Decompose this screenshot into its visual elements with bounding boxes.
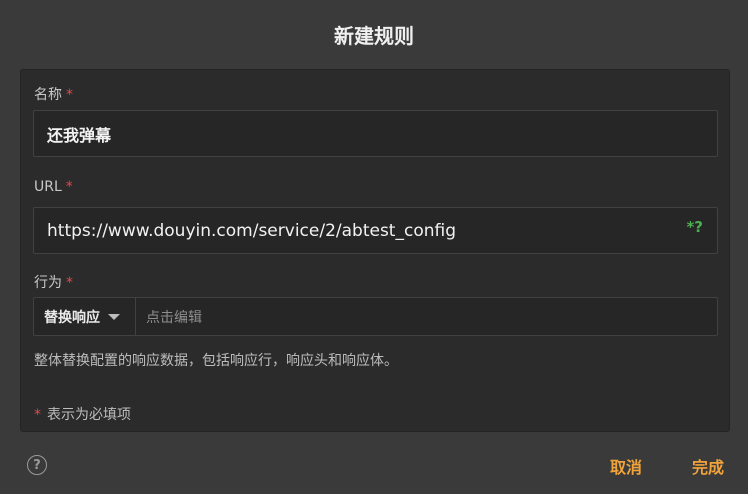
action-label-text: 行为 <box>34 275 62 291</box>
caret-down-icon <box>108 313 120 320</box>
name-input-value: 还我弹幕 <box>47 125 112 145</box>
required-star: * <box>66 87 73 103</box>
url-input-value: https://www.douyin.com/service/2/abtest_… <box>47 220 456 241</box>
required-star: * <box>65 179 73 195</box>
url-input[interactable]: https://www.douyin.com/service/2/abtest_… <box>33 207 718 254</box>
done-button[interactable]: 完成 <box>692 454 724 478</box>
action-label: 行为 * <box>34 272 73 292</box>
required-hint: * 表示为必填项 <box>34 404 131 424</box>
regex-toggle-button[interactable]: *? <box>686 218 703 236</box>
new-rule-dialog: 新建规则 名称 * 还我弹幕 URL * https://www.douyin.co… <box>0 0 748 494</box>
url-label: URL * <box>34 179 73 195</box>
name-label-text: 名称 <box>34 87 62 103</box>
help-icon[interactable]: ? <box>27 455 47 475</box>
required-hint-text: 表示为必填项 <box>47 407 131 423</box>
required-star: * <box>34 407 41 423</box>
url-label-text: URL <box>34 179 62 195</box>
dialog-title: 新建规则 <box>334 23 414 48</box>
action-select[interactable]: 替换响应 <box>34 298 136 335</box>
name-label: 名称 * <box>34 84 73 104</box>
action-select-value: 替换响应 <box>44 309 100 326</box>
cancel-button[interactable]: 取消 <box>610 454 642 478</box>
action-row: 替换响应 点击编辑 <box>33 297 718 336</box>
required-star: * <box>66 275 73 291</box>
name-input[interactable]: 还我弹幕 <box>33 110 718 157</box>
action-description: 整体替换配置的响应数据，包括响应行，响应头和响应体。 <box>34 353 398 369</box>
action-edit-field[interactable]: 点击编辑 <box>136 307 202 327</box>
form-panel: 名称 * 还我弹幕 URL * https://www.douyin.com/ser… <box>20 69 730 432</box>
